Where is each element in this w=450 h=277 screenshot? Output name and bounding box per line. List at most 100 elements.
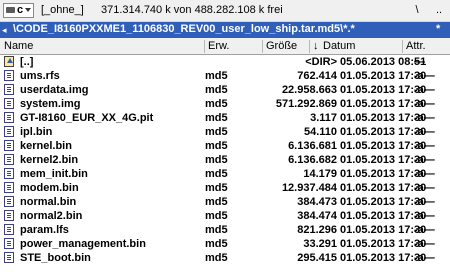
file-extension: md5 bbox=[205, 252, 228, 264]
file-row[interactable]: normal2.bin md5 384.474 01.05.2013 17:30… bbox=[0, 209, 450, 223]
file-attributes: -a— bbox=[414, 112, 435, 124]
drive-icon bbox=[6, 7, 15, 13]
file-attributes: -a— bbox=[414, 126, 435, 138]
file-row[interactable]: param.lfs md5 821.296 01.05.2013 17:30 -… bbox=[0, 223, 450, 237]
column-header: Name Erw. Größe ↓ Datum Attr. bbox=[0, 38, 450, 55]
drive-bar: c [_ohne_] 371.314.740 k von 488.282.108… bbox=[0, 0, 450, 22]
history-arrow-icon[interactable]: ◂ bbox=[2, 23, 10, 37]
file-extension: md5 bbox=[205, 140, 228, 152]
column-extension[interactable]: Erw. bbox=[208, 40, 229, 54]
file-attributes: -a— bbox=[414, 140, 435, 152]
column-name[interactable]: Name bbox=[4, 40, 33, 54]
file-name: normal.bin bbox=[20, 196, 77, 208]
file-icon bbox=[4, 168, 14, 179]
file-extension: md5 bbox=[205, 168, 228, 180]
file-name: modem.bin bbox=[20, 182, 79, 194]
file-row[interactable]: power_management.bin md5 33.291 01.05.20… bbox=[0, 237, 450, 251]
file-icon bbox=[4, 70, 14, 81]
column-divider[interactable] bbox=[309, 40, 310, 53]
file-attributes: -a— bbox=[414, 196, 435, 208]
column-attributes[interactable]: Attr. bbox=[406, 40, 426, 54]
volume-label: [_ohne_] bbox=[41, 4, 84, 16]
file-extension: md5 bbox=[205, 126, 228, 138]
file-size: 3.117 bbox=[310, 112, 337, 124]
file-row[interactable]: STE_boot.bin md5 295.415 01.05.2013 17:3… bbox=[0, 251, 450, 265]
file-row[interactable]: kernel2.bin md5 6.136.682 01.05.2013 17:… bbox=[0, 153, 450, 167]
file-icon bbox=[4, 196, 14, 207]
parent-dir-row[interactable]: [..] <DIR> 05.06.2013 08:51 — bbox=[0, 55, 450, 69]
file-extension: md5 bbox=[205, 84, 228, 96]
file-size: 22.958.663 bbox=[281, 84, 337, 96]
file-name: kernel.bin bbox=[20, 140, 72, 152]
file-name: param.lfs bbox=[20, 224, 69, 236]
column-divider[interactable] bbox=[262, 40, 263, 53]
file-list: [..] <DIR> 05.06.2013 08:51 — ums.rfs md… bbox=[0, 55, 450, 265]
favorites-button[interactable]: * bbox=[436, 23, 440, 35]
file-size: 384.474 bbox=[297, 210, 337, 222]
file-size: 6.136.682 bbox=[288, 154, 337, 166]
column-divider[interactable] bbox=[204, 40, 205, 53]
file-extension: md5 bbox=[205, 98, 228, 110]
file-size: 762.414 bbox=[297, 70, 337, 82]
file-icon bbox=[4, 98, 14, 109]
file-name: ipl.bin bbox=[20, 126, 53, 138]
root-directory-button[interactable]: \ bbox=[409, 4, 425, 16]
file-extension: md5 bbox=[205, 182, 228, 194]
chevron-down-icon bbox=[25, 8, 31, 12]
free-space-info: 371.314.740 k von 488.282.108 k frei bbox=[101, 4, 283, 16]
file-name: kernel2.bin bbox=[20, 154, 79, 166]
file-icon bbox=[4, 182, 14, 193]
file-size: 821.296 bbox=[297, 224, 337, 236]
file-size: 6.136.681 bbox=[288, 140, 337, 152]
file-name: ums.rfs bbox=[20, 70, 60, 82]
file-row[interactable]: system.img md5 571.292.869 01.05.2013 17… bbox=[0, 97, 450, 111]
file-row[interactable]: ipl.bin md5 54.110 01.05.2013 17:30 -a— bbox=[0, 125, 450, 139]
column-size[interactable]: Größe bbox=[266, 40, 297, 54]
file-row[interactable]: GT-I8160_EUR_XX_4G.pit md5 3.117 01.05.2… bbox=[0, 111, 450, 125]
file-attributes: -a— bbox=[414, 84, 435, 96]
file-extension: md5 bbox=[205, 210, 228, 222]
column-date[interactable]: Datum bbox=[323, 40, 355, 54]
file-attributes: -a— bbox=[414, 210, 435, 222]
path-bar: ◂ \CODE_I8160PXXME1_1106830_REV00_user_l… bbox=[0, 22, 450, 38]
file-extension: md5 bbox=[205, 112, 228, 124]
file-row[interactable]: mem_init.bin md5 14.179 01.05.2013 17:30… bbox=[0, 167, 450, 181]
file-attributes: -a— bbox=[414, 252, 435, 264]
file-icon bbox=[4, 238, 14, 249]
drive-letter: c bbox=[17, 4, 24, 16]
file-name: STE_boot.bin bbox=[20, 252, 91, 264]
file-size: 12.937.484 bbox=[281, 182, 337, 194]
drive-selector[interactable]: c bbox=[3, 3, 34, 18]
file-size: 54.110 bbox=[303, 126, 337, 138]
file-row[interactable]: kernel.bin md5 6.136.681 01.05.2013 17:3… bbox=[0, 139, 450, 153]
file-icon bbox=[4, 140, 14, 151]
file-icon bbox=[4, 210, 14, 221]
file-attributes: — bbox=[414, 56, 425, 68]
file-name: normal2.bin bbox=[20, 210, 83, 222]
file-extension: md5 bbox=[205, 196, 228, 208]
up-folder-icon bbox=[4, 56, 14, 67]
file-extension: md5 bbox=[205, 224, 228, 236]
column-divider[interactable] bbox=[402, 40, 403, 53]
file-name: [..] bbox=[20, 56, 34, 68]
file-attributes: -a— bbox=[414, 168, 435, 180]
file-row[interactable]: userdata.img md5 22.958.663 01.05.2013 1… bbox=[0, 83, 450, 97]
file-icon bbox=[4, 154, 14, 165]
file-attributes: -a— bbox=[414, 238, 435, 250]
file-icon bbox=[4, 126, 14, 137]
current-path[interactable]: \CODE_I8160PXXME1_1106830_REV00_user_low… bbox=[13, 23, 355, 35]
file-attributes: -a— bbox=[414, 224, 435, 236]
file-row[interactable]: ums.rfs md5 762.414 01.05.2013 17:30 -a— bbox=[0, 69, 450, 83]
sort-descending-icon: ↓ bbox=[313, 40, 319, 52]
file-row[interactable]: normal.bin md5 384.473 01.05.2013 17:30 … bbox=[0, 195, 450, 209]
file-row[interactable]: modem.bin md5 12.937.484 01.05.2013 17:3… bbox=[0, 181, 450, 195]
file-icon bbox=[4, 224, 14, 235]
file-name: mem_init.bin bbox=[20, 168, 88, 180]
file-attributes: -a— bbox=[414, 154, 435, 166]
parent-directory-button[interactable]: .. bbox=[432, 4, 446, 16]
file-name: system.img bbox=[20, 98, 81, 110]
file-extension: md5 bbox=[205, 238, 228, 250]
file-icon bbox=[4, 112, 14, 123]
file-size: 571.292.869 bbox=[275, 98, 337, 110]
file-extension: md5 bbox=[205, 154, 228, 166]
